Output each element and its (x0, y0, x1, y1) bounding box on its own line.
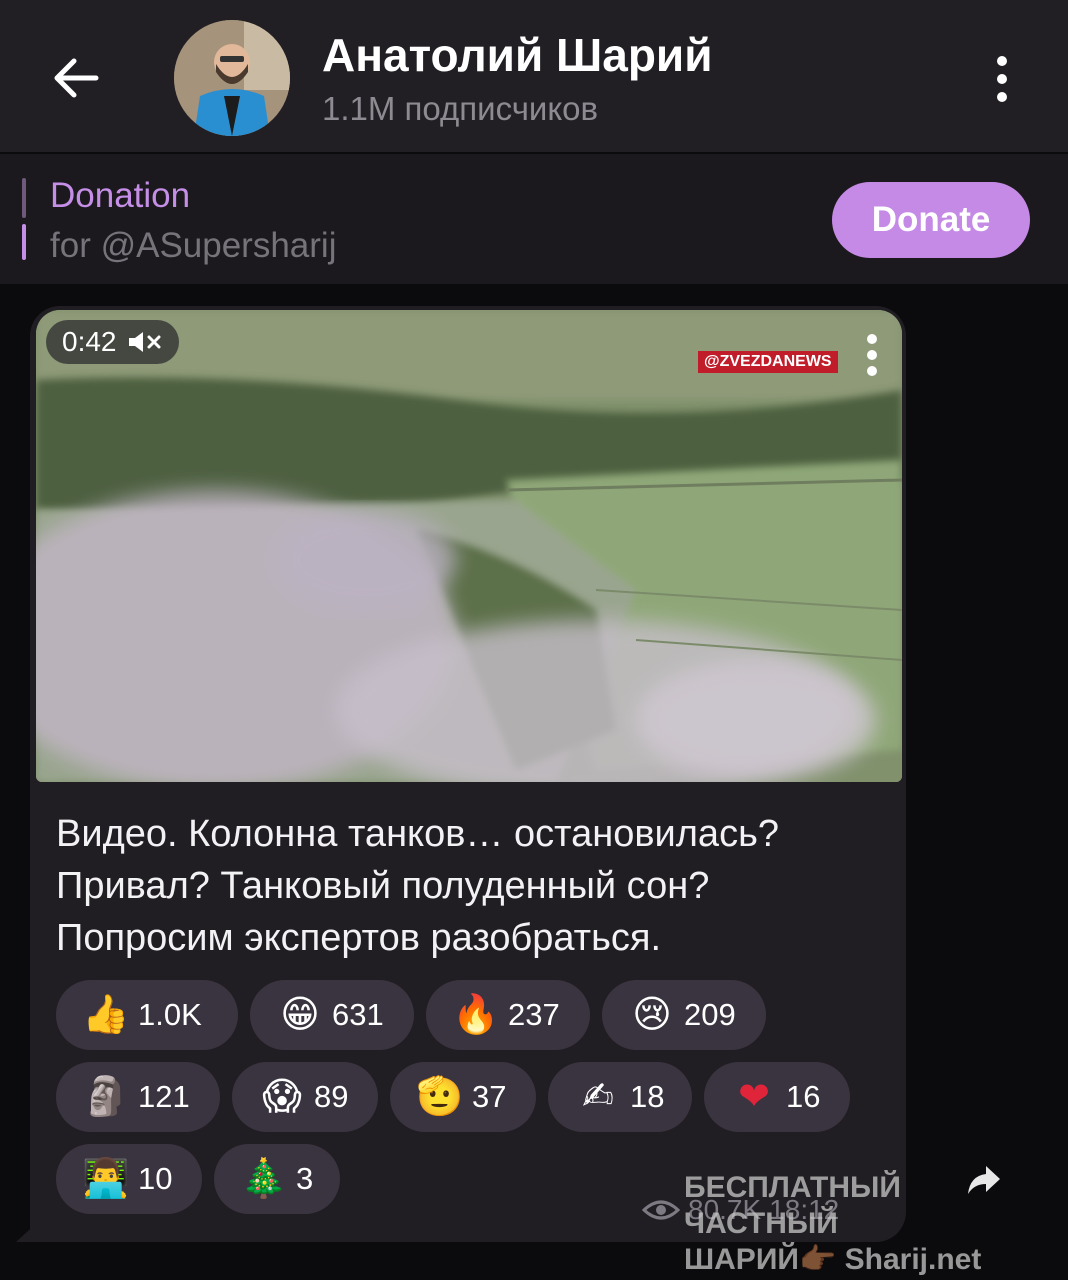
writing-hand-icon: ✍ (582, 1076, 614, 1118)
reaction-count: 237 (508, 997, 560, 1032)
reaction-count: 209 (684, 997, 736, 1032)
channel-title[interactable]: Анатолий Шарий (322, 28, 712, 82)
more-vertical-icon (997, 56, 1007, 102)
reaction-count: 18 (630, 1079, 665, 1114)
reaction-moai[interactable]: 🗿 121 (56, 1062, 220, 1132)
caption-line: Видео. Колонна танков… остановилась? (56, 813, 780, 855)
technologist-icon: 👨‍💻 (82, 1158, 130, 1200)
reaction-fire[interactable]: 🔥 237 (426, 980, 590, 1050)
caption-line: Попросим экспертов разобраться. (56, 917, 662, 959)
watermark-line: БЕСПЛАТНЫЙ ЧАСТНЫЙ (684, 1171, 901, 1240)
reaction-count: 16 (786, 1079, 821, 1114)
avatar-photo (174, 20, 290, 136)
reaction-thumbs-up[interactable]: 👍 1.0K (56, 980, 238, 1050)
fire-icon: 🔥 (452, 994, 500, 1036)
reaction-technologist[interactable]: 👨‍💻 10 (56, 1144, 202, 1214)
reaction-salute[interactable]: 🫡 37 (390, 1062, 536, 1132)
caption-line: Привал? Танковый полуденный сон? (56, 865, 710, 907)
donate-button[interactable]: Donate (832, 182, 1030, 258)
reaction-crying[interactable]: 😢 209 (602, 980, 766, 1050)
reaction-count: 3 (296, 1161, 314, 1196)
video-duration-badge[interactable]: 0:42 (46, 320, 179, 364)
reaction-scream[interactable]: 😱 89 (232, 1062, 378, 1132)
reaction-count: 10 (138, 1161, 173, 1196)
speaker-muted-icon (128, 332, 160, 352)
subscriber-count: 1.1M подписчиков (322, 90, 599, 127)
moai-icon: 🗿 (82, 1076, 130, 1118)
reaction-grin[interactable]: 😁 631 (250, 980, 414, 1050)
reaction-writing[interactable]: ✍ 18 (548, 1062, 692, 1132)
back-button[interactable] (48, 50, 104, 106)
reaction-count: 89 (314, 1079, 349, 1114)
message-caption: Видео. Колонна танков… остановилась? При… (56, 808, 896, 964)
video-frame (36, 310, 902, 782)
chat-header: Анатолий Шарий 1.1M подписчиков (0, 0, 1068, 152)
sponsored-bar: Donation for @ASupersharij Donate (0, 154, 1068, 284)
sponsor-accent-bar (22, 178, 26, 218)
video-player[interactable] (36, 310, 902, 782)
thumbs-up-icon: 👍 (82, 994, 130, 1036)
channel-avatar[interactable] (174, 20, 290, 136)
reaction-heart[interactable]: ❤ 16 (704, 1062, 850, 1132)
reaction-count: 631 (332, 997, 384, 1032)
reaction-count: 1.0K (138, 997, 202, 1032)
more-vertical-icon (867, 334, 877, 376)
watermark-line: ШАРИЙ👉🏾 Sharij.net (684, 1243, 982, 1276)
reaction-tree[interactable]: 🎄 3 (214, 1144, 340, 1214)
video-menu-button[interactable] (862, 332, 882, 378)
video-duration: 0:42 (62, 326, 117, 357)
more-menu-button[interactable] (986, 52, 1018, 108)
reaction-count: 121 (138, 1079, 190, 1114)
site-watermark: БЕСПЛАТНЫЙ ЧАСТНЫЙ ШАРИЙ👉🏾 Sharij.net (684, 1170, 1044, 1278)
christmas-tree-icon: 🎄 (240, 1158, 288, 1200)
arrow-left-icon (54, 58, 99, 98)
heart-icon: ❤ (738, 1076, 770, 1118)
reaction-count: 37 (472, 1079, 507, 1114)
grinning-face-icon: 😁 (280, 994, 320, 1036)
sponsor-subtitle: for @ASupersharij (50, 226, 337, 265)
crying-face-icon: 😢 (632, 994, 672, 1036)
video-source-tag: @ZVEZDANEWS (698, 351, 838, 373)
screaming-face-icon: 😱 (262, 1076, 302, 1118)
sponsor-title: Donation (50, 176, 191, 215)
saluting-face-icon: 🫡 (416, 1076, 464, 1118)
sponsor-accent-bar-2 (22, 224, 26, 260)
eye-icon (642, 1200, 680, 1220)
